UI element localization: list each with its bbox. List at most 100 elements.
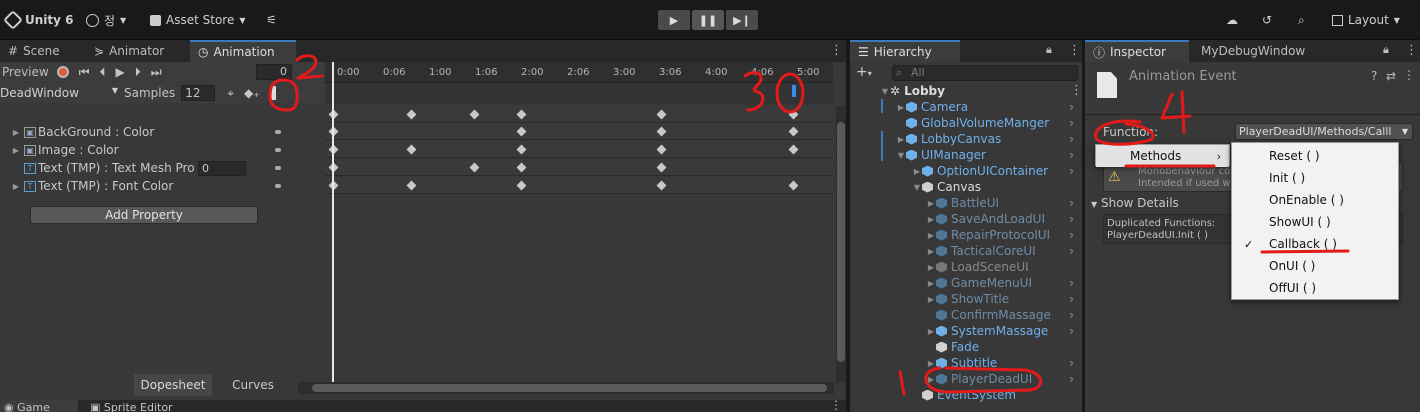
- scene-root[interactable]: ▼ ✲ Lobby: [880, 83, 945, 99]
- hierarchy-item-gamemenuui[interactable]: ▶ GameMenuUI ›: [926, 275, 1078, 291]
- prev-key-button[interactable]: ⏴: [100, 65, 106, 80]
- hierarchy-item-uimanager[interactable]: ▼ UIManager ›: [896, 147, 1078, 163]
- scroll-thumb[interactable]: [312, 384, 827, 392]
- menu-item-onenable[interactable]: OnEnable ( ): [1232, 189, 1398, 211]
- next-key-button[interactable]: ⏵: [135, 65, 141, 80]
- menu-item-reset[interactable]: Reset ( ): [1232, 145, 1398, 167]
- chevron-right-icon[interactable]: ›: [1069, 196, 1074, 210]
- more-options-icon[interactable]: ⋮: [830, 398, 842, 412]
- hierarchy-item-saveandloadui[interactable]: ▶ SaveAndLoadUI ›: [926, 211, 1078, 227]
- samples-field[interactable]: 12: [181, 85, 216, 101]
- lock-icon[interactable]: 🔒︎: [1046, 43, 1052, 57]
- more-options-icon[interactable]: ⋮: [1068, 43, 1081, 58]
- step-button[interactable]: ▶❙: [726, 10, 758, 30]
- chevron-right-icon[interactable]: ›: [1069, 212, 1074, 226]
- menu-item-init[interactable]: Init ( ): [1232, 167, 1398, 189]
- tab-inspector[interactable]: ⓘ Inspector: [1085, 40, 1189, 62]
- chevron-right-icon[interactable]: ›: [1069, 228, 1074, 242]
- keyframe-track[interactable]: [325, 141, 833, 158]
- menu-item-showui[interactable]: ShowUI ( ): [1232, 211, 1398, 233]
- hierarchy-item-globalvolume[interactable]: GlobalVolumeManger ›: [906, 115, 1078, 131]
- tab-hierarchy[interactable]: ☰ Hierarchy: [850, 40, 960, 62]
- hierarchy-item-playerdeadui[interactable]: ▶ PlayerDeadUI ›: [926, 371, 1078, 387]
- chevron-right-icon[interactable]: ›: [1069, 148, 1074, 162]
- layout-dropdown[interactable]: Layout ▼: [1332, 10, 1400, 30]
- expand-arrow-icon[interactable]: ▶: [10, 182, 22, 191]
- function-dropdown[interactable]: PlayerDeadUI/Methods/Calll ▼: [1235, 123, 1413, 140]
- tab-mydebugwindow[interactable]: MyDebugWindow: [1193, 40, 1313, 62]
- hierarchy-item-tacticalcoreui[interactable]: ▶ TacticalCoreUI ›: [926, 243, 1078, 259]
- help-icon[interactable]: ?: [1371, 69, 1377, 83]
- play-button[interactable]: ▶: [658, 10, 690, 30]
- hierarchy-item-optionui[interactable]: ▶ OptionUIContainer ›: [912, 163, 1078, 179]
- chevron-right-icon[interactable]: ›: [1069, 100, 1074, 114]
- more-options-icon[interactable]: ⋮: [1405, 43, 1418, 58]
- chevron-right-icon[interactable]: ›: [1069, 356, 1074, 370]
- scroll-thumb[interactable]: [837, 122, 845, 362]
- menu-item-onui[interactable]: OnUI ( ): [1232, 255, 1398, 277]
- keyframe-track[interactable]: [325, 159, 833, 176]
- frame-field[interactable]: 0: [256, 64, 292, 80]
- more-options-icon[interactable]: ⋮: [1403, 68, 1415, 82]
- property-row[interactable]: ▶ T Text (TMP) : Font Color: [0, 177, 293, 195]
- tab-animation[interactable]: ◷ Animation: [190, 40, 296, 62]
- property-options-icon[interactable]: [275, 184, 281, 188]
- hierarchy-item-repairprotocolui[interactable]: ▶ RepairProtocolUI ›: [926, 227, 1078, 243]
- chevron-right-icon[interactable]: ›: [1069, 244, 1074, 258]
- hierarchy-item-eventsystem[interactable]: EventSystem: [922, 387, 1078, 403]
- keyframe-icon[interactable]: ⌖: [227, 86, 234, 101]
- last-key-button[interactable]: ⏭: [151, 65, 162, 80]
- add-property-button[interactable]: Add Property: [30, 206, 258, 224]
- chevron-right-icon[interactable]: ›: [1069, 372, 1074, 386]
- hierarchy-item-canvas[interactable]: ▼ Canvas: [912, 179, 1078, 195]
- first-key-button[interactable]: ⏮: [79, 65, 90, 80]
- keyframe-track[interactable]: [325, 123, 833, 140]
- tab-sprite-editor[interactable]: ▣ Sprite Editor: [90, 400, 173, 412]
- expand-arrow-icon[interactable]: ▶: [10, 128, 22, 137]
- cloud-icon[interactable]: ☁: [1226, 10, 1238, 30]
- search-icon[interactable]: ⌕: [1298, 10, 1305, 30]
- expand-arrow-icon[interactable]: ▼: [880, 87, 890, 96]
- vertical-scrollbar[interactable]: [836, 106, 846, 382]
- menu-item-methods[interactable]: Methods ›: [1096, 145, 1229, 167]
- property-options-icon[interactable]: [275, 148, 281, 152]
- property-options-icon[interactable]: [275, 130, 281, 134]
- curves-tab[interactable]: Curves: [214, 374, 292, 396]
- account-dropdown[interactable]: 정 ▼: [86, 10, 126, 30]
- hierarchy-item-camera[interactable]: ▶ Camera ›: [896, 99, 1078, 115]
- add-event-button[interactable]: [269, 86, 276, 100]
- history-icon[interactable]: ↺: [1262, 10, 1272, 30]
- chevron-right-icon[interactable]: ›: [1069, 164, 1074, 178]
- tab-game[interactable]: ◉ Game: [0, 400, 78, 412]
- property-options-icon[interactable]: [275, 166, 281, 170]
- asset-store-dropdown[interactable]: Asset Store ▼: [150, 10, 246, 30]
- more-options-icon[interactable]: ⋮: [1070, 83, 1083, 98]
- preview-button[interactable]: Preview: [2, 65, 49, 79]
- chevron-right-icon[interactable]: ›: [1069, 116, 1074, 130]
- tab-animator[interactable]: ⋟ Animator: [86, 40, 172, 62]
- lock-icon[interactable]: 🔒︎: [1383, 43, 1389, 57]
- version-control-icon[interactable]: ⚟: [266, 10, 277, 30]
- tab-scene[interactable]: # Scene: [0, 40, 68, 62]
- property-row[interactable]: ▶ ▣ BackGround : Color: [0, 123, 293, 141]
- property-value-field[interactable]: 0: [198, 160, 246, 176]
- chevron-right-icon[interactable]: ›: [1069, 308, 1074, 322]
- hierarchy-item-fade[interactable]: Fade: [936, 339, 1078, 355]
- menu-item-callback[interactable]: ✓ Callback ( ): [1232, 233, 1398, 255]
- hierarchy-item-subtitle[interactable]: ▶ Subtitle ›: [926, 355, 1078, 371]
- playhead[interactable]: [332, 62, 334, 382]
- chevron-right-icon[interactable]: ›: [1069, 132, 1074, 146]
- dopesheet-tab[interactable]: Dopesheet: [134, 374, 212, 396]
- keyframe-track[interactable]: [325, 177, 833, 194]
- add-keyframe-icon[interactable]: ◆₊: [244, 86, 260, 100]
- property-row[interactable]: T Text (TMP) : Text Mesh Pro 0: [0, 159, 293, 177]
- hierarchy-item-showtitle[interactable]: ▶ ShowTitle ›: [926, 291, 1078, 307]
- summary-track[interactable]: [325, 106, 833, 123]
- pause-button[interactable]: ❚❚: [692, 10, 724, 30]
- preset-icon[interactable]: ⇄: [1386, 69, 1396, 83]
- hierarchy-item-lobbycanvas[interactable]: ▶ LobbyCanvas ›: [896, 131, 1078, 147]
- chevron-right-icon[interactable]: ›: [1069, 292, 1074, 306]
- hierarchy-item-confirmmassage[interactable]: ConfirmMassage ›: [936, 307, 1078, 323]
- more-options-icon[interactable]: ⋮: [830, 43, 843, 58]
- expand-arrow-icon[interactable]: ▶: [10, 146, 22, 155]
